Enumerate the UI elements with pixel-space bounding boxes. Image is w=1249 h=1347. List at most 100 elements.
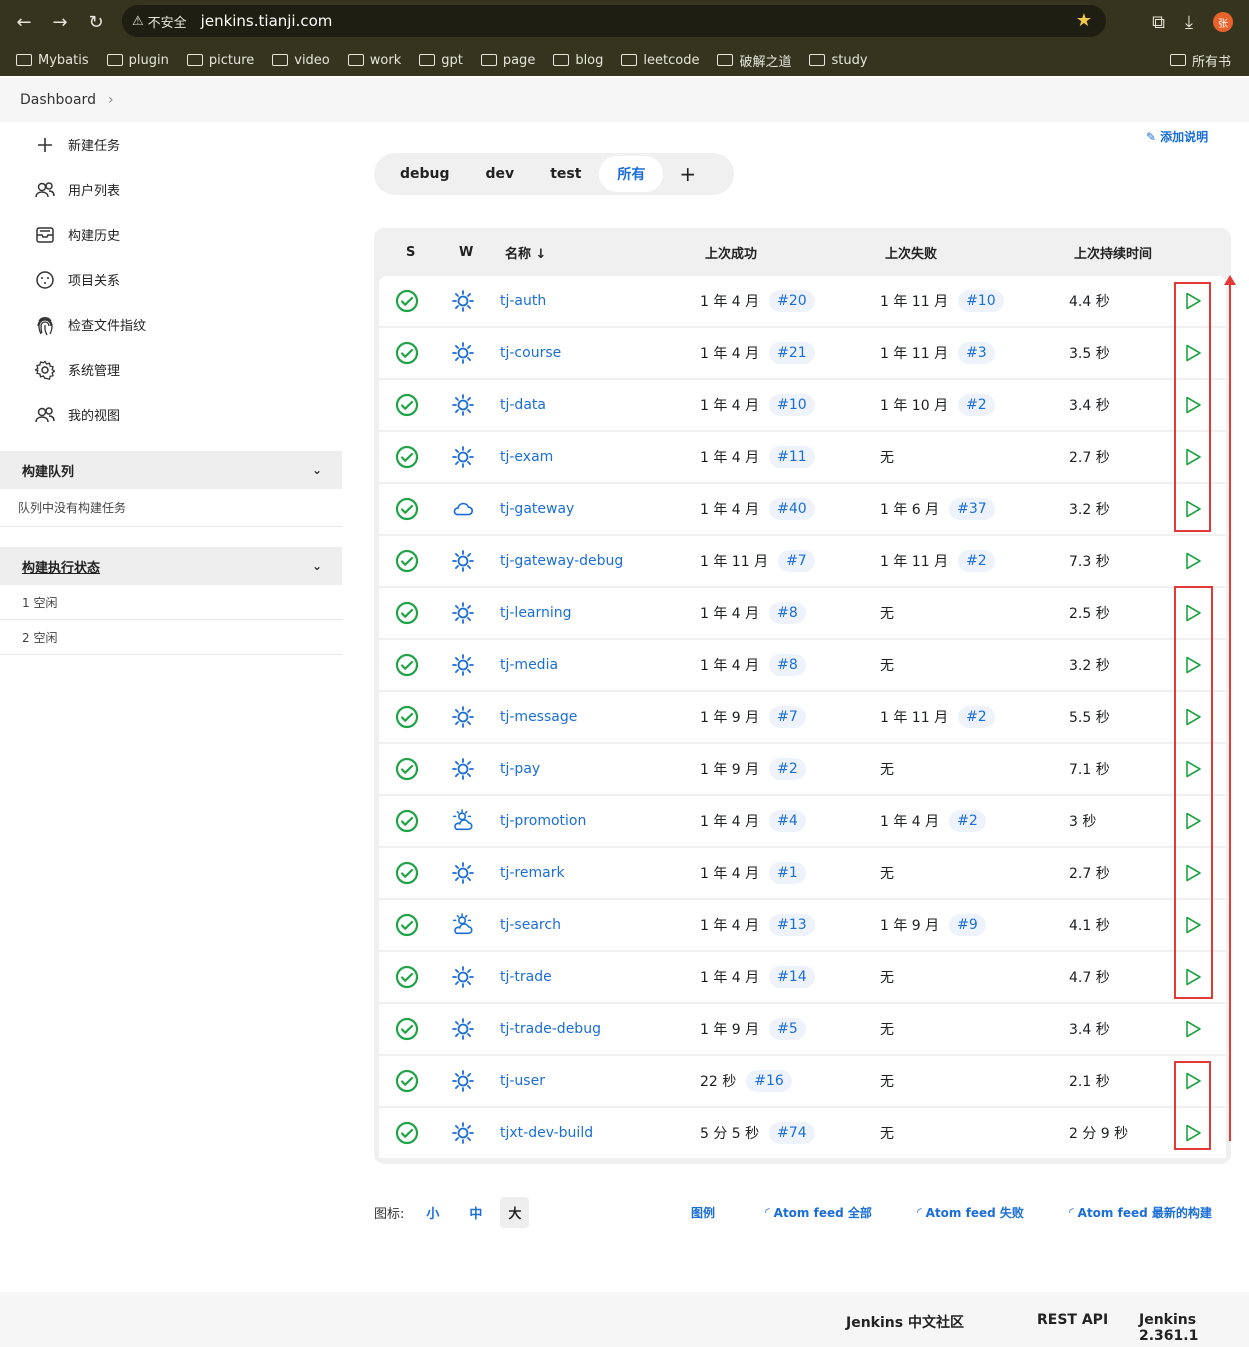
build-number-link[interactable]: #37 — [949, 498, 995, 520]
build-number-link[interactable]: #10 — [958, 290, 1004, 312]
tab-all[interactable]: 所有 — [599, 156, 664, 192]
success-status-icon[interactable] — [395, 549, 419, 573]
icon-size-medium[interactable]: 中 — [461, 1197, 490, 1228]
col-name[interactable]: 名称 ↓ — [505, 243, 546, 262]
build-number-link[interactable]: #7 — [769, 706, 806, 728]
chevron-down-icon[interactable]: ⌄ — [312, 463, 322, 477]
job-name-link[interactable]: tj-trade — [500, 969, 552, 985]
build-number-link[interactable]: #13 — [769, 914, 815, 936]
build-number-link[interactable]: #40 — [769, 498, 815, 520]
atom-feed-all-link[interactable]: ◜ Atom feed 全部 — [765, 1204, 872, 1221]
job-name-link[interactable]: tj-learning — [500, 605, 572, 621]
tab-debug[interactable]: debug — [382, 158, 468, 190]
sunny-icon[interactable] — [451, 705, 475, 729]
success-status-icon[interactable] — [395, 1017, 419, 1041]
bookmark-item[interactable]: 破解之道 — [717, 51, 791, 70]
url-text[interactable]: jenkins.tianji.com — [201, 12, 333, 30]
build-number-link[interactable]: #2 — [769, 758, 806, 780]
insecure-indicator[interactable]: ⚠ 不安全 — [132, 12, 187, 31]
job-name-link[interactable]: tj-auth — [500, 293, 546, 309]
back-icon[interactable]: ← — [6, 4, 42, 40]
sidebar-item[interactable]: 新建任务 — [0, 122, 342, 167]
chevron-down-icon[interactable]: ⌄ — [312, 559, 322, 573]
bookmark-item[interactable]: gpt — [419, 53, 463, 68]
reload-icon[interactable]: ↻ — [78, 4, 114, 40]
success-status-icon[interactable] — [395, 497, 419, 521]
sidebar-item[interactable]: 构建历史 — [0, 212, 342, 257]
build-number-link[interactable]: #2 — [958, 394, 995, 416]
bookmark-item[interactable]: picture — [186, 53, 254, 68]
community-link[interactable]: Jenkins 中文社区 — [846, 1312, 964, 1332]
build-number-link[interactable]: #4 — [769, 810, 806, 832]
bookmark-item[interactable]: Mybatis — [16, 53, 89, 68]
col-weather[interactable]: W — [459, 245, 473, 260]
address-bar[interactable]: ⚠ 不安全 jenkins.tianji.com ★ — [122, 5, 1106, 37]
col-last-success[interactable]: 上次成功 — [705, 243, 757, 262]
success-status-icon[interactable] — [395, 1121, 419, 1145]
sunny-icon[interactable] — [451, 1069, 475, 1093]
version-link[interactable]: Jenkins 2.361.1 — [1139, 1312, 1249, 1344]
build-now-play-icon[interactable] — [1183, 552, 1203, 570]
job-name-link[interactable]: tj-media — [500, 657, 558, 673]
job-name-link[interactable]: tj-data — [500, 397, 546, 413]
sidebar-item[interactable]: 我的视图 — [0, 392, 342, 437]
build-number-link[interactable]: #74 — [769, 1122, 815, 1144]
build-number-link[interactable]: #10 — [769, 394, 815, 416]
bookmark-item[interactable]: work — [347, 53, 401, 68]
sunny-icon[interactable] — [451, 393, 475, 417]
build-number-link[interactable]: #1 — [769, 862, 806, 884]
success-status-icon[interactable] — [395, 809, 419, 833]
job-name-link[interactable]: tj-exam — [500, 449, 553, 465]
sunny-icon[interactable] — [451, 341, 475, 365]
sidebar-item[interactable]: 用户列表 — [0, 167, 342, 212]
success-status-icon[interactable] — [395, 601, 419, 625]
success-status-icon[interactable] — [395, 757, 419, 781]
atom-feed-fail-link[interactable]: ◜ Atom feed 失败 — [917, 1204, 1024, 1221]
sunny-icon[interactable] — [451, 653, 475, 677]
build-number-link[interactable]: #3 — [958, 342, 995, 364]
bookmark-item[interactable]: page — [480, 53, 535, 68]
build-number-link[interactable]: #21 — [769, 342, 815, 364]
partly-cloudy-icon[interactable] — [451, 808, 475, 834]
partly-cloudy-icon[interactable] — [451, 912, 475, 938]
build-now-play-icon[interactable] — [1183, 1020, 1203, 1038]
col-status[interactable]: S — [406, 245, 415, 260]
col-last-failure[interactable]: 上次失败 — [885, 243, 937, 262]
all-bookmarks[interactable]: 所有书 — [1169, 44, 1231, 76]
executor-item[interactable]: 1 空闲 — [0, 585, 342, 620]
success-status-icon[interactable] — [395, 705, 419, 729]
success-status-icon[interactable] — [395, 965, 419, 989]
legend-link[interactable]: 图例 — [691, 1204, 715, 1221]
bookmark-item[interactable]: blog — [553, 53, 603, 68]
success-status-icon[interactable] — [395, 341, 419, 365]
add-description-link[interactable]: ✎ 添加说明 — [1146, 128, 1208, 145]
job-name-link[interactable]: tj-course — [500, 345, 561, 361]
sunny-icon[interactable] — [451, 445, 475, 469]
atom-feed-latest-link[interactable]: ◜ Atom feed 最新的构建 — [1069, 1204, 1212, 1221]
add-view-icon[interactable]: + — [663, 158, 712, 190]
success-status-icon[interactable] — [395, 289, 419, 313]
sunny-icon[interactable] — [451, 1121, 475, 1145]
tab-dev[interactable]: dev — [468, 158, 533, 190]
build-number-link[interactable]: #2 — [958, 706, 995, 728]
bookmark-item[interactable]: plugin — [106, 53, 169, 68]
job-name-link[interactable]: tj-search — [500, 917, 561, 933]
bookmark-item[interactable]: leetcode — [621, 53, 699, 68]
sidebar-item[interactable]: 检查文件指纹 — [0, 302, 342, 347]
build-number-link[interactable]: #14 — [769, 966, 815, 988]
executor-status-header[interactable]: 构建执行状态 ⌄ — [0, 547, 342, 585]
build-number-link[interactable]: #2 — [949, 810, 986, 832]
icon-size-large[interactable]: 大 — [500, 1196, 530, 1228]
build-number-link[interactable]: #20 — [769, 290, 815, 312]
profile-avatar[interactable]: 张 — [1213, 12, 1233, 32]
bookmark-item[interactable]: video — [272, 53, 330, 68]
breadcrumb-dashboard[interactable]: Dashboard — [20, 92, 96, 108]
sunny-icon[interactable] — [451, 289, 475, 313]
bookmark-star-icon[interactable]: ★ — [1076, 10, 1092, 31]
cloudy-icon[interactable] — [451, 497, 475, 521]
job-name-link[interactable]: tj-pay — [500, 761, 540, 777]
sidebar-item[interactable]: 系统管理 — [0, 347, 342, 392]
forward-icon[interactable]: → — [42, 4, 78, 40]
col-last-duration[interactable]: 上次持续时间 — [1074, 243, 1152, 262]
sunny-icon[interactable] — [451, 1017, 475, 1041]
